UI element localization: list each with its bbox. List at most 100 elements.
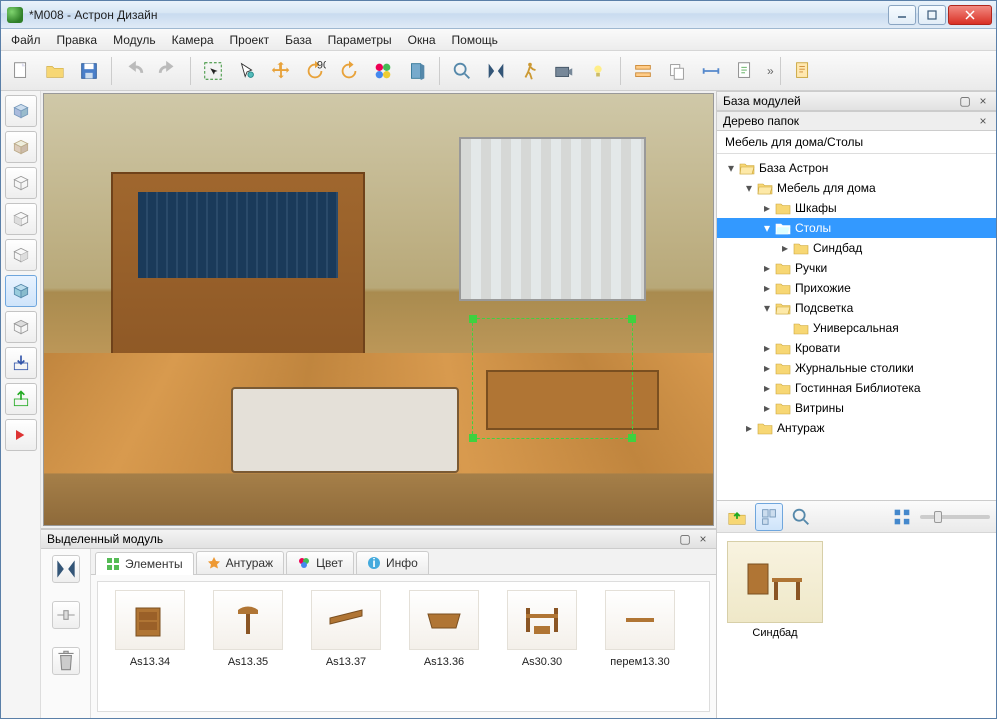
tree-node[interactable]: ▸Ручки <box>717 258 996 278</box>
expand-icon[interactable]: ▸ <box>761 262 773 274</box>
maximize-button[interactable] <box>918 5 946 25</box>
expand-icon[interactable]: ▸ <box>761 342 773 354</box>
tree-node[interactable]: Универсальная <box>717 318 996 338</box>
element-item[interactable]: As13.37 <box>302 590 390 703</box>
view-files-icon[interactable] <box>755 503 783 531</box>
select-cursor-icon[interactable] <box>231 55 263 87</box>
tree-node[interactable]: ▸Кровати <box>717 338 996 358</box>
delete-icon[interactable] <box>52 647 80 675</box>
door-icon[interactable] <box>401 55 433 87</box>
view-top-icon[interactable] <box>5 311 37 343</box>
settings-icon[interactable] <box>627 55 659 87</box>
toolbar-overflow[interactable]: » <box>767 64 774 78</box>
element-item[interactable]: As13.35 <box>204 590 292 703</box>
expand-icon[interactable]: ▾ <box>761 222 773 234</box>
slider-handle-icon[interactable] <box>52 601 80 629</box>
zoom-icon[interactable] <box>446 55 478 87</box>
expand-icon[interactable]: ▸ <box>779 242 791 254</box>
view-back-icon[interactable] <box>5 167 37 199</box>
view-left-icon[interactable] <box>5 203 37 235</box>
view-right-icon[interactable] <box>5 239 37 271</box>
selection-gizmo[interactable] <box>472 318 633 439</box>
preview-item[interactable]: Синдбад <box>725 541 825 639</box>
expand-icon[interactable]: ▸ <box>761 382 773 394</box>
rotate-icon[interactable] <box>333 55 365 87</box>
redo-icon[interactable] <box>152 55 184 87</box>
element-item[interactable]: перем13.30 <box>596 590 684 703</box>
menu-base[interactable]: База <box>277 29 320 50</box>
panel-close-icon[interactable]: × <box>976 94 990 108</box>
mirror-module-icon[interactable] <box>52 555 80 583</box>
view-3d-icon[interactable] <box>5 95 37 127</box>
menu-project[interactable]: Проект <box>222 29 278 50</box>
expand-icon[interactable]: ▾ <box>725 162 737 174</box>
titlebar[interactable]: *M008 - Астрон Дизайн <box>1 1 996 29</box>
next-icon[interactable] <box>5 419 37 451</box>
up-folder-icon[interactable] <box>723 503 751 531</box>
tree-node[interactable]: ▾Столы <box>717 218 996 238</box>
menu-edit[interactable]: Правка <box>49 29 106 50</box>
color-icon[interactable] <box>367 55 399 87</box>
expand-icon[interactable] <box>779 322 791 334</box>
tree-node[interactable]: ▸Шкафы <box>717 198 996 218</box>
3d-viewport[interactable] <box>43 93 714 526</box>
menu-module[interactable]: Модуль <box>105 29 164 50</box>
close-button[interactable] <box>948 5 992 25</box>
search-icon[interactable] <box>787 503 815 531</box>
new-icon[interactable] <box>5 55 37 87</box>
panel-close-icon[interactable]: × <box>696 532 710 546</box>
menu-camera[interactable]: Камера <box>164 29 222 50</box>
tree-node[interactable]: ▸Синдбад <box>717 238 996 258</box>
lighting-icon[interactable] <box>582 55 614 87</box>
element-item[interactable]: As13.36 <box>400 590 488 703</box>
report-icon[interactable] <box>729 55 761 87</box>
walk-icon[interactable] <box>514 55 546 87</box>
expand-icon[interactable]: ▸ <box>761 282 773 294</box>
tree-node[interactable]: ▸Антураж <box>717 418 996 438</box>
dimension-icon[interactable] <box>695 55 727 87</box>
zoom-slider[interactable] <box>920 515 990 519</box>
tab-entourage[interactable]: Антураж <box>196 551 285 574</box>
panel-popout-icon[interactable]: ▢ <box>678 532 692 546</box>
menu-help[interactable]: Помощь <box>444 29 506 50</box>
copy-icon[interactable] <box>661 55 693 87</box>
expand-icon[interactable]: ▾ <box>743 182 755 194</box>
expand-icon[interactable]: ▾ <box>761 302 773 314</box>
minimize-button[interactable] <box>888 5 916 25</box>
expand-icon[interactable]: ▸ <box>761 202 773 214</box>
element-item[interactable]: As30.30 <box>498 590 586 703</box>
tree-node[interactable]: ▾База Астрон <box>717 158 996 178</box>
tree-node[interactable]: ▸Гостинная Библиотека <box>717 378 996 398</box>
expand-icon[interactable]: ▸ <box>761 402 773 414</box>
view-front-icon[interactable] <box>5 131 37 163</box>
tree-node[interactable]: ▾Мебель для дома <box>717 178 996 198</box>
move-icon[interactable] <box>265 55 297 87</box>
tree-node[interactable]: ▾Подсветка <box>717 298 996 318</box>
element-item[interactable]: As13.34 <box>106 590 194 703</box>
tree-node[interactable]: ▸Прихожие <box>717 278 996 298</box>
menu-file[interactable]: Файл <box>3 29 49 50</box>
tab-color[interactable]: Цвет <box>286 551 354 574</box>
menu-windows[interactable]: Окна <box>400 29 444 50</box>
expand-icon[interactable]: ▸ <box>743 422 755 434</box>
view-mode-icon[interactable] <box>888 503 916 531</box>
tree-node[interactable]: ▸Витрины <box>717 398 996 418</box>
mirror-icon[interactable] <box>480 55 512 87</box>
tab-elements[interactable]: Элементы <box>95 552 194 575</box>
import-icon[interactable] <box>5 347 37 379</box>
tab-info[interactable]: iИнфо <box>356 551 429 574</box>
expand-icon[interactable]: ▸ <box>761 362 773 374</box>
undo-icon[interactable] <box>118 55 150 87</box>
view-perspective-icon[interactable] <box>5 275 37 307</box>
select-icon[interactable] <box>197 55 229 87</box>
camera-icon[interactable] <box>548 55 580 87</box>
panel-popout-icon[interactable]: ▢ <box>958 94 972 108</box>
panel-close-icon[interactable]: × <box>976 114 990 128</box>
notes-icon[interactable] <box>787 55 819 87</box>
menu-params[interactable]: Параметры <box>320 29 400 50</box>
open-icon[interactable] <box>39 55 71 87</box>
tree-node[interactable]: ▸Журнальные столики <box>717 358 996 378</box>
rotate-90-icon[interactable]: 90 <box>299 55 331 87</box>
export-icon[interactable] <box>5 383 37 415</box>
save-icon[interactable] <box>73 55 105 87</box>
